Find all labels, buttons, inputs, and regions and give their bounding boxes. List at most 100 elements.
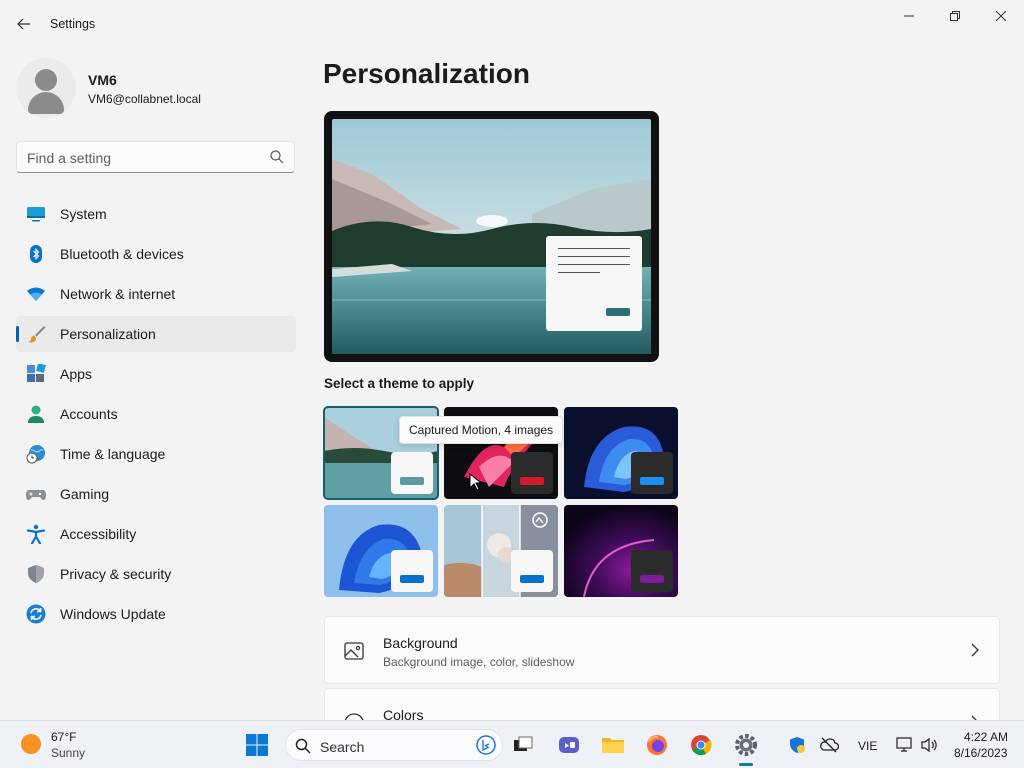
image-icon (344, 642, 364, 660)
chat-button[interactable] (554, 730, 584, 760)
mouse-cursor-icon (469, 473, 481, 491)
sidebar-item-time-language[interactable]: Time & language (16, 436, 296, 472)
clock-time[interactable]: 4:22 AM (964, 730, 1008, 744)
gear-icon (735, 734, 757, 756)
windows-security-tray[interactable] (782, 730, 812, 760)
speaker-icon (921, 737, 937, 753)
theme-windows-dark[interactable] (564, 407, 678, 499)
task-view-icon (514, 736, 533, 751)
sidebar-item-label: Apps (60, 366, 92, 382)
security-shield-icon (790, 737, 805, 753)
sidebar-item-label: Accessibility (60, 526, 137, 542)
accounts-icon (28, 405, 44, 423)
palette-icon (344, 713, 364, 720)
teams-chat-icon (559, 737, 579, 753)
volume-tray[interactable] (914, 730, 944, 760)
task-view-button[interactable] (508, 730, 538, 760)
background-card[interactable]: Background Background image, color, slid… (324, 616, 1000, 684)
avatar[interactable] (16, 58, 76, 118)
user-name: VM6 (88, 72, 117, 88)
search-icon (270, 150, 284, 164)
preview-line (558, 264, 630, 265)
system-icon (27, 207, 45, 222)
sidebar-item-label: Privacy & security (60, 566, 172, 582)
sidebar: VM6 VM6@collabnet.local System Bluetooth… (0, 48, 310, 720)
theme-tooltip: Captured Motion, 4 images (399, 416, 564, 444)
themes-heading: Select a theme to apply (324, 376, 475, 391)
theme-mini-window (631, 550, 673, 592)
sidebar-item-label: Network & internet (60, 286, 176, 302)
apps-icon (27, 364, 46, 382)
preview-window (546, 236, 642, 331)
settings-taskbar-button[interactable] (731, 730, 761, 760)
theme-mini-window (631, 452, 673, 494)
sidebar-item-label: System (60, 206, 107, 222)
weather-condition[interactable]: Sunny (51, 746, 85, 760)
sidebar-item-accessibility[interactable]: Accessibility (16, 516, 296, 552)
preview-line (558, 272, 600, 273)
sidebar-item-personalization[interactable]: Personalization (16, 316, 296, 352)
onedrive-tray[interactable] (814, 730, 844, 760)
preview-button (606, 308, 630, 316)
chrome-button[interactable] (686, 730, 716, 760)
sidebar-item-bluetooth[interactable]: Bluetooth & devices (16, 236, 296, 272)
close-icon (996, 11, 1006, 21)
firefox-button[interactable] (642, 730, 672, 760)
taskbar-search[interactable]: Search (285, 729, 503, 761)
sidebar-nav: System Bluetooth & devices Network & int… (16, 196, 296, 636)
bluetooth-icon (30, 245, 42, 263)
back-button[interactable] (10, 10, 38, 38)
chrome-icon (691, 735, 712, 756)
sidebar-item-system[interactable]: System (16, 196, 296, 232)
page-title: Personalization (323, 58, 530, 89)
sidebar-item-network[interactable]: Network & internet (16, 276, 296, 312)
network-display-icon (896, 737, 912, 752)
sidebar-item-gaming[interactable]: Gaming (16, 476, 296, 512)
user-email: VM6@collabnet.local (88, 92, 201, 106)
title-bar: Settings (0, 0, 1024, 48)
firefox-icon (647, 735, 667, 755)
minimize-icon (904, 15, 914, 17)
file-explorer-button[interactable] (598, 730, 628, 760)
sidebar-item-label: Personalization (60, 326, 156, 342)
sidebar-item-windows-update[interactable]: Windows Update (16, 596, 296, 632)
active-app-indicator (739, 763, 753, 766)
brush-icon (28, 326, 46, 343)
theme-spotlight[interactable] (444, 505, 558, 597)
accessibility-icon (26, 524, 46, 544)
minimize-button[interactable] (886, 0, 932, 32)
taskbar-search-label: Search (320, 739, 365, 755)
search-input[interactable] (27, 148, 257, 168)
sidebar-item-label: Accounts (60, 406, 118, 422)
theme-glow[interactable] (564, 505, 678, 597)
sidebar-item-accounts[interactable]: Accounts (16, 396, 296, 432)
theme-accent-bar (640, 477, 664, 485)
input-language-indicator[interactable]: VIE (858, 739, 877, 753)
theme-windows-light[interactable] (324, 505, 438, 597)
clock-date[interactable]: 8/16/2023 (954, 746, 1007, 760)
theme-accent-bar (640, 575, 664, 583)
sidebar-item-apps[interactable]: Apps (16, 356, 296, 392)
main-content: Personalization Select a theme to apply … (310, 48, 1024, 720)
theme-mini-window (511, 550, 553, 592)
sidebar-item-label: Bluetooth & devices (60, 246, 184, 262)
start-button[interactable] (242, 730, 272, 760)
close-button[interactable] (978, 0, 1024, 32)
preview-line (558, 248, 630, 249)
restore-button[interactable] (932, 0, 978, 32)
theme-preview (324, 111, 659, 362)
search-box[interactable] (16, 141, 295, 173)
wifi-icon (27, 287, 45, 301)
sidebar-item-label: Time & language (60, 446, 166, 462)
sun-icon[interactable] (21, 734, 41, 754)
search-icon (295, 738, 311, 754)
background-card-title: Background (383, 635, 458, 651)
colors-card[interactable]: Colors (324, 688, 1000, 720)
theme-accent-bar (400, 575, 424, 583)
app-title: Settings (50, 17, 96, 31)
avatar-head-shape (35, 69, 57, 91)
globe-clock-icon (26, 445, 45, 464)
gamepad-icon (26, 490, 46, 500)
weather-temperature[interactable]: 67°F (51, 730, 76, 744)
sidebar-item-privacy[interactable]: Privacy & security (16, 556, 296, 592)
